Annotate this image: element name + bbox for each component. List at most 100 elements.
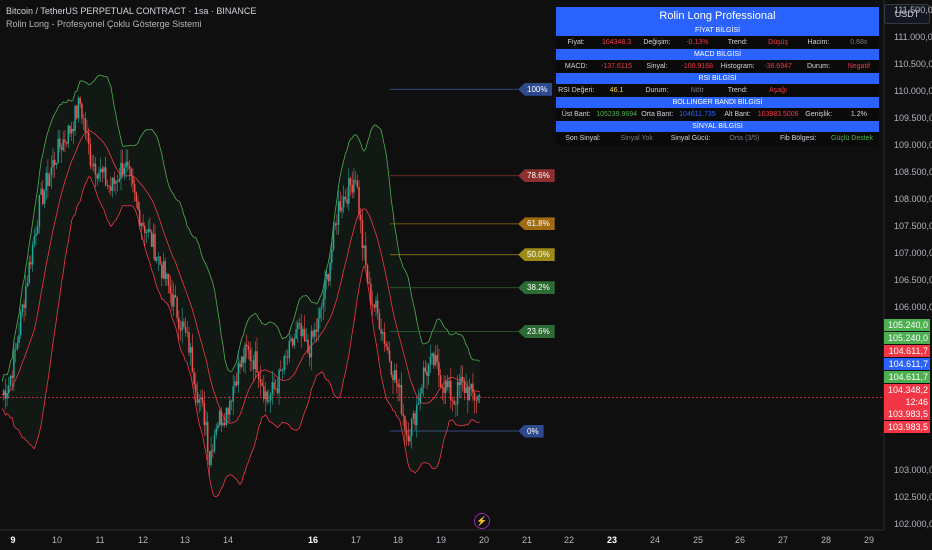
candle-body (82, 118, 85, 119)
price-axis-label: 107.000,0 (894, 248, 932, 259)
candle-body (276, 388, 279, 394)
candle-body (67, 125, 70, 144)
candle-body (161, 264, 163, 279)
candle-body (410, 418, 413, 437)
candle-body (239, 363, 241, 368)
time-axis-label: 20 (478, 535, 490, 545)
candle-body (23, 304, 25, 308)
fib-level-label: 23.6% (518, 325, 555, 339)
time-axis-label: 11 (95, 535, 105, 545)
price-axis-label: 103.000,0 (894, 464, 932, 475)
price-axis-label: 106.000,0 (894, 302, 932, 313)
candle-body (371, 304, 374, 306)
time-axis-label: 27 (777, 535, 789, 545)
candle-body (331, 249, 333, 263)
candle-body (188, 332, 190, 353)
candle-body (86, 132, 88, 133)
fib-level-label: 38.2% (518, 281, 555, 295)
price-section-header: FİYAT BİLGİSİ (556, 25, 879, 36)
price-badge: 105.240,0 (884, 332, 930, 344)
candle-body (348, 178, 350, 204)
volume-label: Hacim: (807, 39, 830, 46)
candle-body (254, 351, 257, 370)
candle-body (278, 369, 280, 394)
candle-body (395, 369, 398, 384)
time-axis-label: 10 (51, 535, 63, 545)
fib-level-label: 50.0% (518, 248, 555, 262)
candle-body (268, 400, 270, 402)
candle-body (227, 408, 229, 415)
candle-body (205, 421, 207, 426)
candle-body (157, 256, 160, 258)
symbol-title[interactable]: Bitcoin / TetherUS PERPETUAL CONTRACT · … (6, 6, 256, 16)
candle-body (269, 393, 272, 401)
bb-lower-label: Alt Bant: (724, 111, 751, 118)
candle-body (164, 261, 166, 280)
candle-body (162, 261, 165, 279)
candle-body (477, 395, 479, 401)
candle-body (132, 176, 134, 184)
candle-body (113, 177, 115, 184)
candle-body (57, 138, 59, 164)
fib-level-label: 61.8% (518, 217, 555, 231)
candle-body (59, 138, 61, 148)
macd-row: MACD: -137.6115 Sinyal: -100.9168 Histog… (556, 60, 879, 73)
candle-body (55, 163, 58, 165)
candle-body (127, 161, 129, 166)
candle-body (8, 385, 10, 393)
candle-body (281, 370, 284, 372)
candle-body (244, 344, 246, 363)
candle-body (274, 388, 277, 390)
candle-body (130, 169, 132, 177)
time-axis-label: 21 (521, 535, 533, 545)
candle-body (176, 297, 178, 318)
candle-body (363, 245, 365, 249)
candle-body (266, 391, 268, 402)
candle-body (174, 295, 177, 298)
price-badge: 104.611,7 (884, 358, 930, 370)
candle-body (159, 256, 161, 265)
candle-body (295, 329, 297, 339)
candle-body (271, 382, 274, 394)
candle-body (235, 381, 238, 386)
candle-body (314, 329, 316, 337)
bb-row: Üst Bant: 105239.9694 Orta Bant: 104611.… (556, 108, 879, 121)
candle-body (342, 196, 345, 208)
rsi-label: RSI Değeri: (558, 87, 595, 94)
candle-body (145, 232, 148, 234)
candle-body (385, 344, 387, 347)
candle-body (18, 335, 20, 343)
fib-zone-value: Güçlü Destek (831, 135, 874, 142)
candle-body (446, 381, 449, 388)
candle-body (6, 392, 8, 399)
candle-body (215, 428, 217, 435)
bb-lower-value: 103983.5006 (757, 111, 799, 118)
signal-row: Son Sinyal: Sinyal Yok Sinyal Gücü: Orta… (556, 132, 879, 145)
candle-body (261, 382, 263, 387)
candle-body (35, 233, 37, 237)
candle-body (325, 274, 328, 280)
candle-body (370, 284, 372, 305)
candle-body (329, 262, 331, 282)
rsi-trend-value: Aşağı (769, 87, 788, 94)
candle-body (43, 190, 46, 204)
time-axis-label: 23 (606, 535, 618, 545)
candle-body (468, 387, 471, 401)
fib-level-label: 78.6% (518, 169, 555, 183)
indicator-name[interactable]: Rolin Long - Profesyonel Çoklu Gösterge … (6, 19, 202, 29)
bb-upper-label: Üst Bant: (561, 111, 591, 118)
candle-body (115, 180, 117, 184)
lightning-icon[interactable]: ⚡ (474, 513, 490, 529)
time-axis-label: 14 (222, 535, 234, 545)
candle-body (218, 411, 221, 425)
candle-body (366, 265, 369, 283)
candle-body (286, 357, 289, 358)
candle-body (341, 207, 343, 211)
candle-body (397, 383, 399, 388)
candle-body (414, 413, 416, 426)
candle-body (225, 408, 228, 425)
time-axis-label: 28 (820, 535, 832, 545)
candle-body (368, 282, 370, 285)
candle-body (436, 355, 438, 363)
candle-body (308, 352, 311, 358)
